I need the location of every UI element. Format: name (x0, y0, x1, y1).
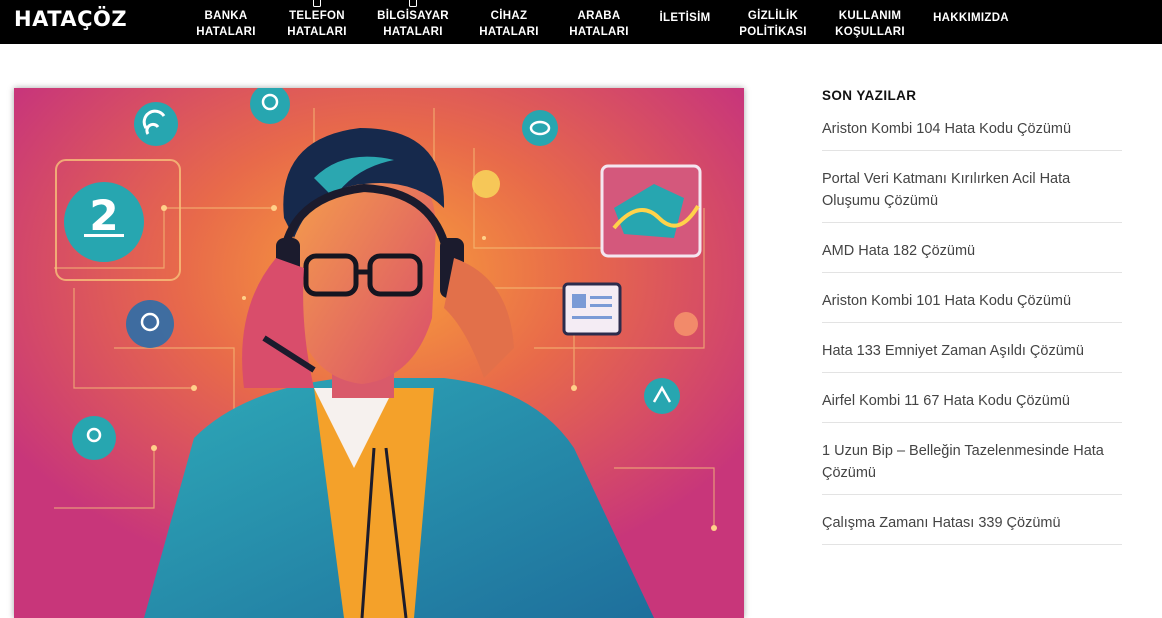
nav-label: KULLANIM KOŞULLARI (835, 10, 905, 38)
computer-icon (409, 0, 417, 7)
recent-post-link[interactable]: Ariston Kombi 104 Hata Kodu Çözümü (822, 113, 1122, 151)
number-badge: 2 (64, 182, 144, 262)
sidebar-recent-posts: SON YAZILAR Ariston Kombi 104 Hata Kodu … (822, 80, 1122, 557)
sidebar-title: SON YAZILAR (822, 88, 917, 103)
nav-label: ARABA HATALARI (569, 10, 629, 38)
hero-illustration: 2 (14, 88, 744, 618)
recent-post-link[interactable]: AMD Hata 182 Çözümü (822, 235, 1122, 273)
recent-post-link[interactable]: Hata 133 Emniyet Zaman Aşıldı Çözümü (822, 335, 1122, 373)
site-logo[interactable]: HATAÇÖZ (14, 7, 127, 31)
nav-label: TELEFON HATALARI (287, 10, 347, 38)
dot-icon (674, 312, 698, 336)
cloud-icon (522, 110, 558, 146)
pin-icon (72, 416, 116, 460)
nav-telefon-hatalari[interactable]: TELEFON HATALARI (280, 0, 354, 44)
recent-post-link[interactable]: Airfel Kombi 11 67 Hata Kodu Çözümü (822, 385, 1122, 423)
phone-icon (313, 0, 321, 7)
nav-label: CİHAZ HATALARI (479, 10, 539, 38)
nav-cihaz-hatalari[interactable]: CİHAZ HATALARI (474, 4, 544, 44)
nav-gizlilik-politikasi[interactable]: GİZLİLİK POLİTİKASI (734, 4, 812, 44)
recent-post-link[interactable]: Çalışma Zamanı Hatası 339 Çözümü (822, 507, 1122, 545)
nav-kullanim-kosullari[interactable]: KULLANIM KOŞULLARI (830, 4, 910, 44)
nav-araba-hatalari[interactable]: ARABA HATALARI (564, 4, 634, 44)
wifi-icon (134, 102, 178, 146)
nav-banka-hatalari[interactable]: BANKA HATALARI (190, 4, 262, 44)
nav-label: GİZLİLİK POLİTİKASI (739, 10, 807, 38)
signal-icon (644, 378, 680, 414)
nav-label: BANKA HATALARI (196, 10, 256, 38)
featured-image[interactable]: 2 (14, 88, 744, 618)
document-card (562, 282, 622, 336)
nav-hakkimizda[interactable]: HAKKIMIZDA (926, 0, 1016, 38)
recent-post-link[interactable]: Ariston Kombi 101 Hata Kodu Çözümü (822, 285, 1122, 323)
nav-label: BİLGİSAYAR HATALARI (377, 10, 449, 38)
svg-text:2: 2 (89, 191, 118, 240)
lock-icon (126, 300, 174, 348)
nav-label: İLETİSİM (659, 12, 711, 24)
nav-bilgisayar-hatalari[interactable]: BİLGİSAYAR HATALARI (372, 0, 454, 44)
recent-post-link[interactable]: Portal Veri Katmanı Kırılırken Acil Hata… (822, 163, 1122, 223)
top-navigation-bar: HATAÇÖZ BANKA HATALARI TELEFON HATALARI … (0, 0, 1162, 44)
nav-iletisim[interactable]: İLETİSİM (652, 0, 718, 38)
nav-label: HAKKIMIZDA (933, 12, 1009, 24)
play-icon (472, 170, 500, 198)
recent-post-link[interactable]: 1 Uzun Bip – Belleğin Tazelenmesinde Hat… (822, 435, 1122, 495)
recent-posts-list: Ariston Kombi 104 Hata Kodu Çözümü Porta… (822, 113, 1122, 545)
